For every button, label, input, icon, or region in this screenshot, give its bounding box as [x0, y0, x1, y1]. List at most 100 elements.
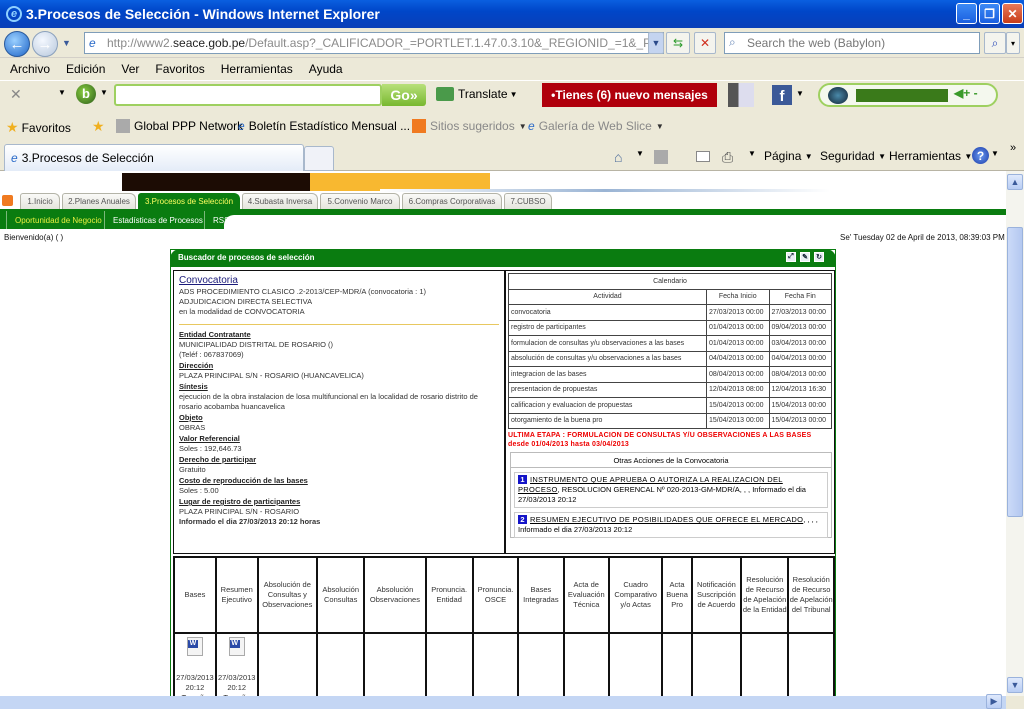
volume-controls[interactable]: ◀+ -	[954, 86, 978, 100]
calendar-box: Calendario Actividad Fecha Inicio Fecha …	[505, 270, 835, 554]
subtab-oportunidad-negocio[interactable]: Oportunidad de Negocio	[6, 211, 102, 229]
radio-station-select[interactable]	[856, 89, 948, 102]
scroll-right-button[interactable]: ▶	[986, 694, 1002, 709]
tab-cubso[interactable]: 7.CUBSO	[504, 193, 552, 209]
widget-icon[interactable]	[728, 83, 754, 107]
chevron-down-icon[interactable]: ▼	[636, 149, 644, 158]
subtab-estadisticas[interactable]: Estadísticas de Procesos	[104, 211, 203, 229]
docs-cell	[424, 632, 474, 696]
menu-ayuda[interactable]: Ayuda	[309, 62, 343, 76]
facebook-icon[interactable]: f	[772, 85, 792, 105]
tools-menu[interactable]: Herramientas ▼	[889, 149, 972, 163]
edit-panel-icon[interactable]: ✎	[800, 252, 810, 262]
menu-herramientas[interactable]: Herramientas	[221, 62, 293, 76]
favoritos-button[interactable]: ★ Favoritos	[6, 119, 71, 136]
tab-convenio-marco[interactable]: 5.Convenio Marco	[320, 193, 400, 209]
more-commands-icon[interactable]: »	[1010, 142, 1016, 154]
menu-bar: Archivo Edición Ver Favoritos Herramient…	[0, 58, 1024, 80]
restore-button[interactable]: ❐	[979, 3, 1000, 24]
translate-button[interactable]: Translate ▼	[436, 87, 518, 101]
babylon-dropdown-icon[interactable]: ▼	[100, 88, 108, 97]
chevron-down-icon[interactable]: ▼	[991, 149, 999, 158]
file-date: 27/03/2013	[176, 673, 214, 682]
calendar-activity: registro de participantes	[508, 319, 707, 336]
add-favorite-icon[interactable]: ★	[92, 118, 105, 135]
search-input[interactable]: ⌕ Search the web (Babylon)	[724, 32, 980, 54]
fav-boletin[interactable]: e Boletín Estadístico Mensual ...	[238, 119, 410, 133]
tab-compras-corporativas[interactable]: 6.Compras Corporativas	[402, 193, 502, 209]
word-document-icon[interactable]	[186, 637, 203, 656]
word-document-icon[interactable]	[228, 637, 245, 656]
search-placeholder: Search the web (Babylon)	[747, 36, 886, 50]
search-options-button[interactable]: ▾	[1006, 32, 1020, 54]
browser-tab-active[interactable]: e 3.Procesos de Selección	[4, 144, 304, 171]
url-input[interactable]: e http://www2.seace.gob.pe/Default.asp?_…	[84, 32, 664, 54]
docs-column-header: Bases Integradas	[517, 556, 565, 634]
action-link[interactable]: RESUMEN EJECUTIVO DE POSIBILIDADES QUE O…	[530, 515, 803, 524]
forward-button[interactable]: →	[32, 31, 58, 57]
docs-cell	[256, 632, 319, 696]
tab-subasta-inversa[interactable]: 4.Subasta Inversa	[242, 193, 318, 209]
horizontal-scrollbar[interactable]: ▶	[0, 694, 1006, 709]
chevron-down-icon: ▼	[655, 121, 664, 131]
fav-global-ppp[interactable]: Global PPP Network	[116, 119, 243, 133]
tab-label: 3.Procesos de Selección	[21, 151, 154, 165]
scroll-up-button[interactable]: ▲	[1007, 174, 1023, 190]
calendar-start: 12/04/2013 08:00	[706, 381, 770, 398]
convocatoria-title[interactable]: Convocatoria	[179, 275, 499, 287]
refresh-icon[interactable]: ⇆	[666, 32, 690, 54]
ultima-etapa-text: ULTIMA ETAPA : FORMULACION DE CONSULTAS …	[508, 432, 812, 439]
col-fecha-inicio: Fecha Inicio	[706, 288, 770, 305]
calendar-end: 03/04/2013 00:00	[768, 335, 832, 352]
ie-tab-icon: e	[11, 151, 18, 165]
back-button[interactable]: ←	[4, 31, 30, 57]
tools-menu-label: Herramientas	[889, 149, 962, 163]
sub-tabs-curve	[224, 215, 1004, 229]
messages-button[interactable]: •Tienes (6) nuevo mensajes	[542, 83, 717, 107]
chevron-down-icon[interactable]: ▼	[748, 149, 756, 158]
feeds-icon[interactable]	[654, 150, 668, 164]
vertical-scroll-thumb[interactable]	[1007, 227, 1023, 517]
tab-planes-anuales[interactable]: 2.Planes Anuales	[62, 193, 136, 209]
home-icon[interactable]: ⌂	[614, 149, 622, 165]
menu-favoritos[interactable]: Favoritos	[155, 62, 204, 76]
maximize-panel-icon[interactable]: ⤢	[786, 252, 796, 262]
print-icon[interactable]: ⎙	[722, 149, 733, 166]
rss-icon[interactable]	[2, 195, 13, 206]
radio-globe-icon[interactable]	[828, 87, 848, 104]
babylon-logo-icon[interactable]: b	[76, 84, 96, 104]
url-dropdown-button[interactable]: ▼	[648, 32, 664, 54]
refresh-panel-icon[interactable]: ↻	[814, 252, 824, 262]
help-icon[interactable]: ?	[972, 147, 989, 164]
calendar-end: 08/04/2013 00:00	[768, 366, 832, 383]
search-button[interactable]: ⌕	[984, 32, 1006, 54]
history-dropdown-icon[interactable]: ▼	[62, 38, 71, 48]
docs-column-header: Acta Buena Pro	[661, 556, 693, 634]
tab-inicio[interactable]: 1.Inicio	[20, 193, 60, 209]
new-tab-button[interactable]	[304, 146, 334, 171]
calendar-activity: integracion de las bases	[508, 366, 707, 383]
close-button[interactable]: ✕	[1002, 3, 1023, 24]
page-menu[interactable]: Página ▼	[764, 149, 813, 163]
translate-label: Translate	[458, 87, 508, 101]
facebook-dropdown-icon[interactable]: ▼	[796, 89, 804, 98]
menu-archivo[interactable]: Archivo	[10, 62, 50, 76]
toolbar-dropdown-icon[interactable]: ▼	[58, 88, 66, 97]
security-menu[interactable]: Seguridad ▼	[820, 149, 886, 163]
welcome-text: Bienvenido(a) ( )	[4, 233, 64, 242]
fav-galeria[interactable]: e Galería de Web Slice ▼	[528, 119, 664, 133]
calendar-start: 01/04/2013 00:00	[706, 319, 770, 336]
scroll-down-button[interactable]: ▼	[1007, 677, 1023, 693]
babylon-search-input[interactable]	[114, 84, 382, 106]
menu-edicion[interactable]: Edición	[66, 62, 105, 76]
close-toolbar-icon[interactable]: ✕	[10, 86, 22, 103]
vertical-scrollbar[interactable]: ▲ ▼	[1006, 171, 1024, 696]
fav-sitios-sugeridos[interactable]: Sitios sugeridos ▼	[412, 119, 527, 133]
mail-icon[interactable]	[696, 151, 710, 162]
minimize-button[interactable]: _	[956, 3, 977, 24]
menu-ver[interactable]: Ver	[121, 62, 139, 76]
tab-procesos-seleccion[interactable]: 3.Procesos de Selección	[138, 193, 240, 209]
stop-icon[interactable]: ✕	[694, 32, 716, 54]
go-button[interactable]: Go»	[382, 84, 426, 106]
server-datetime: Se' Tuesday 02 de April de 2013, 08:39:0…	[840, 233, 1005, 242]
